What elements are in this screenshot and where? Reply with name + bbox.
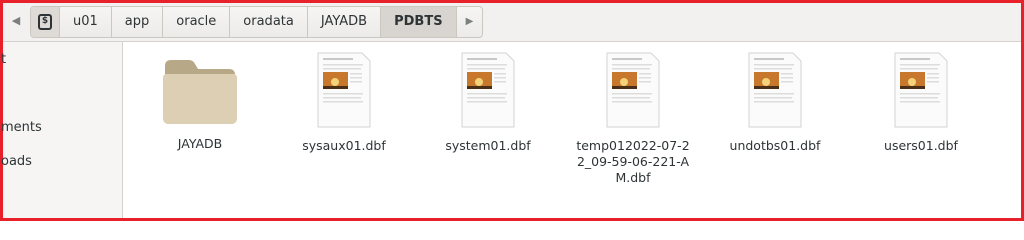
sidebar-item-documents[interactable]: ments [1, 120, 42, 135]
file-name: sysaux01.dbf [302, 138, 386, 153]
drive-icon: $ [38, 14, 52, 30]
sidebar-item-downloads[interactable]: oads [1, 154, 32, 169]
file-item-users01[interactable]: users01.dbf [851, 52, 991, 154]
crumb-app[interactable]: app [112, 7, 164, 37]
file-item-jayadb[interactable]: JAYADB [130, 52, 270, 152]
chevron-right-icon[interactable]: ▶ [457, 7, 483, 37]
document-thumbnail-icon [606, 52, 660, 128]
file-name: temp012022-07-22_09-59-06-221-AM.dbf [576, 138, 690, 185]
crumb-root-drive[interactable]: $ [31, 7, 60, 37]
crumb-u01[interactable]: u01 [60, 7, 112, 37]
file-view: JAYADB sysaux01.dbf system01.dbf temp012… [123, 42, 1021, 218]
sidebar: t ments oads [1, 42, 123, 218]
document-thumbnail-icon [894, 52, 948, 128]
chevron-left-icon[interactable]: ◀ [5, 9, 27, 33]
crumb-pdbts[interactable]: PDBTS [381, 7, 457, 37]
file-item-system01[interactable]: system01.dbf [418, 52, 558, 154]
document-thumbnail-icon [317, 52, 371, 128]
file-name: users01.dbf [884, 138, 958, 153]
document-thumbnail-icon [461, 52, 515, 128]
folder-icon [163, 60, 237, 124]
document-thumbnail-icon [748, 52, 802, 128]
file-item-temp01[interactable]: temp012022-07-22_09-59-06-221-AM.dbf [563, 52, 703, 186]
file-item-undotbs01[interactable]: undotbs01.dbf [705, 52, 845, 154]
crumb-jayadb[interactable]: JAYADB [308, 7, 382, 37]
breadcrumb: $ u01 app oracle oradata JAYADB PDBTS ▶ [30, 6, 484, 38]
file-name: system01.dbf [445, 138, 531, 153]
file-name: undotbs01.dbf [729, 138, 821, 153]
sidebar-item-partial-1[interactable]: t [1, 52, 6, 67]
path-bar: ◀ $ u01 app oracle oradata JAYADB PDBTS … [3, 3, 1021, 42]
crumb-oradata[interactable]: oradata [230, 7, 308, 37]
crumb-oracle[interactable]: oracle [163, 7, 231, 37]
file-name: JAYADB [177, 136, 223, 151]
file-item-sysaux01[interactable]: sysaux01.dbf [274, 52, 414, 154]
